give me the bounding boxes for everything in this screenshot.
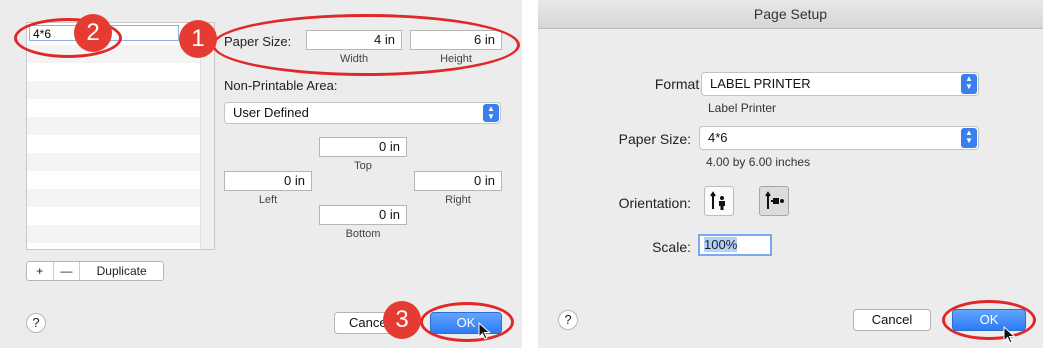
list-item[interactable]: [27, 99, 214, 117]
paper-height-input[interactable]: 6 in: [410, 30, 502, 50]
top-caption: Top: [354, 160, 372, 172]
scale-value: 100%: [704, 237, 738, 252]
custom-paper-sizes-panel: 4*6 Paper Size: 4 in 6 in Width Height N…: [0, 0, 522, 348]
list-edit-controls: + — Duplicate: [26, 261, 164, 281]
page-setup-dialog: Page Setup Format For: LABEL PRINTER ▲ ▼ …: [538, 0, 1043, 348]
portrait-orientation-button[interactable]: [704, 186, 734, 216]
dialog-title: Page Setup: [538, 0, 1043, 29]
width-caption: Width: [339, 53, 369, 65]
right-caption: Right: [445, 194, 471, 206]
popup-arrows-icon: ▲ ▼: [961, 74, 977, 94]
popup-arrows-icon: ▲ ▼: [483, 104, 499, 122]
top-margin-input[interactable]: 0 in: [319, 137, 407, 157]
help-button[interactable]: ?: [558, 310, 578, 330]
height-caption: Height: [440, 53, 472, 65]
format-for-value: LABEL PRINTER: [710, 76, 811, 91]
nonprintable-area-value: User Defined: [233, 105, 309, 120]
popup-arrows-icon: ▲ ▼: [961, 128, 977, 148]
scale-label: Scale:: [652, 239, 691, 255]
list-item[interactable]: [27, 207, 214, 225]
help-button[interactable]: ?: [26, 313, 46, 333]
list-item[interactable]: [27, 153, 214, 171]
orientation-label: Orientation:: [618, 195, 691, 211]
cancel-button[interactable]: Cancel: [853, 309, 931, 331]
step-badge: 2: [74, 14, 112, 52]
list-item[interactable]: [27, 189, 214, 207]
format-for-popup[interactable]: LABEL PRINTER ▲ ▼: [701, 72, 979, 96]
list-item[interactable]: [27, 135, 214, 153]
paper-size-caption: 4.00 by 6.00 inches: [706, 155, 811, 169]
left-margin-input[interactable]: 0 in: [224, 171, 312, 191]
remove-size-button[interactable]: —: [54, 262, 81, 280]
mouse-pointer-icon: [478, 322, 491, 340]
bottom-caption: Bottom: [345, 228, 381, 240]
list-item[interactable]: [27, 117, 214, 135]
paper-size-label: Paper Size:: [618, 131, 691, 147]
scale-input[interactable]: 100%: [698, 234, 772, 256]
right-margin-input[interactable]: 0 in: [414, 171, 502, 191]
list-item[interactable]: [27, 225, 214, 243]
add-size-button[interactable]: +: [27, 262, 54, 280]
custom-size-list[interactable]: 4*6: [26, 22, 215, 250]
landscape-orientation-button[interactable]: [759, 186, 789, 216]
paper-width-input[interactable]: 4 in: [306, 30, 402, 50]
paper-size-value: 4*6: [708, 130, 728, 145]
paper-size-popup[interactable]: 4*6 ▲ ▼: [699, 126, 979, 150]
landscape-orientation-icon: [765, 191, 784, 209]
format-for-caption: Label Printer: [708, 101, 777, 115]
nonprintable-area-label: Non-Printable Area:: [224, 78, 338, 93]
list-item[interactable]: [27, 171, 214, 189]
paper-size-label: Paper Size:: [224, 34, 292, 49]
step-badge: 3: [383, 301, 421, 339]
left-caption: Left: [258, 194, 278, 206]
list-item[interactable]: [27, 63, 214, 81]
duplicate-button[interactable]: Duplicate: [80, 262, 163, 280]
portrait-orientation-icon: [710, 191, 725, 210]
nonprintable-area-popup[interactable]: User Defined ▲ ▼: [224, 102, 501, 124]
bottom-margin-input[interactable]: 0 in: [319, 205, 407, 225]
mouse-pointer-icon: [1003, 326, 1016, 344]
list-item[interactable]: [27, 81, 214, 99]
step-badge: 1: [179, 20, 217, 58]
